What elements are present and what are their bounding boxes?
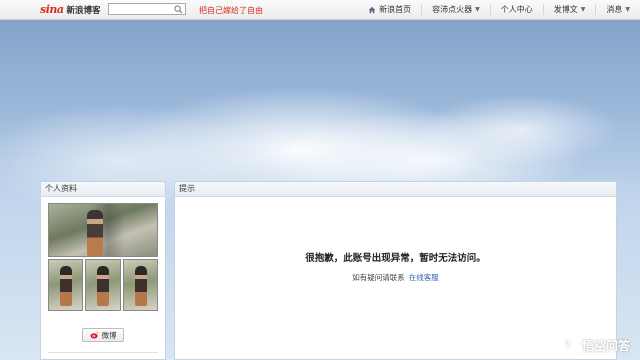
logo-text: 新浪博客 <box>66 5 101 16</box>
search-input[interactable] <box>111 4 173 14</box>
home-icon <box>368 6 376 13</box>
avatar-photo-small <box>48 259 84 311</box>
nav-label: 个人中心 <box>500 5 533 14</box>
weibo-icon <box>90 331 99 339</box>
chevron-down-icon: ▼ <box>580 6 586 13</box>
avatar-photo-small <box>85 259 121 311</box>
notice-panel-title: 提示 <box>175 182 616 197</box>
nav-post-blog[interactable]: 发博文 ▼ <box>544 0 596 19</box>
person-figure <box>97 266 110 306</box>
search-box <box>108 3 186 15</box>
sina-blog-logo[interactable]: sina 新浪博客 <box>40 3 101 16</box>
avatar[interactable] <box>48 203 158 311</box>
avatar-photo-main <box>48 203 158 257</box>
nav-label: 发博文 <box>553 5 578 14</box>
person-figure <box>134 266 147 306</box>
nav-sina-home[interactable]: 新浪首页 <box>358 0 421 19</box>
top-bar: sina 新浪博客 把自己嫁给了自由 新浪首页 容沛点火器 ▼ 个人中心 发博文 <box>0 0 640 20</box>
logo-mark: sina <box>40 3 64 16</box>
person-figure <box>60 266 72 306</box>
chevron-down-icon: ▼ <box>475 6 480 13</box>
weibo-button-label: 微博 <box>101 330 117 340</box>
watermark-text: 悟空问答 <box>581 338 630 353</box>
nav-rongpei-menu[interactable]: 容沛点火器 ▼ <box>422 0 490 19</box>
contact-text: 如有疑问请联系 <box>352 273 405 282</box>
avatar-photo-small <box>122 259 158 311</box>
nav-label: 容沛点火器 <box>432 5 473 14</box>
chat-bubble-icon: ? <box>558 336 577 354</box>
top-nav: 新浪首页 容沛点火器 ▼ 个人中心 发博文 ▼ 消息 ▼ <box>358 0 640 19</box>
wukong-watermark: ? 悟空问答 <box>558 336 630 354</box>
search-icon[interactable] <box>174 5 183 14</box>
profile-panel-title: 个人资料 <box>41 182 165 197</box>
account-error-message: 很抱歉，此账号出现异常，暂时无法访问。 <box>305 253 486 264</box>
chevron-down-icon: ▼ <box>625 6 630 13</box>
contact-line: 如有疑问请联系 在线客服 <box>175 272 616 283</box>
blog-title-link[interactable]: 把自己嫁给了自由 <box>199 5 263 16</box>
nav-label: 消息 <box>606 5 623 14</box>
divider <box>48 352 158 353</box>
nav-personal-center[interactable]: 个人中心 <box>491 0 543 19</box>
nav-label: 新浪首页 <box>379 5 412 14</box>
weibo-button[interactable]: 微博 <box>82 328 124 342</box>
person-figure <box>87 210 103 256</box>
avatar-photo-row <box>48 259 158 311</box>
nav-messages[interactable]: 消息 ▼ <box>596 0 640 19</box>
notice-panel: 提示 很抱歉，此账号出现异常，暂时无法访问。 如有疑问请联系 在线客服 <box>174 181 617 360</box>
online-support-link[interactable]: 在线客服 <box>409 273 439 282</box>
profile-panel: 个人资料 微博 <box>40 181 166 360</box>
